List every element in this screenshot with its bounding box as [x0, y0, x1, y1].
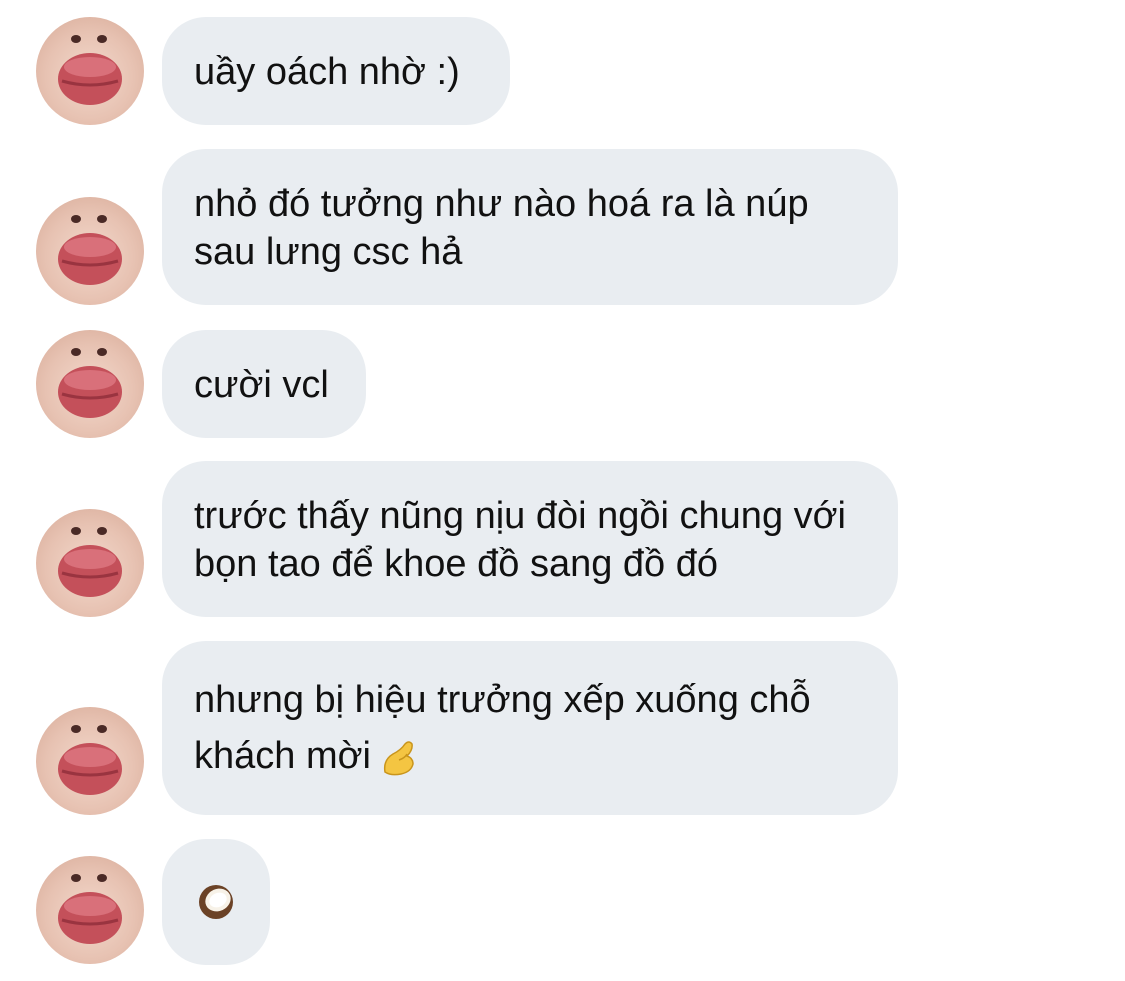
- message-bubble[interactable]: cười vcl: [162, 330, 366, 438]
- avatar[interactable]: [36, 330, 144, 438]
- message-bubble[interactable]: uầy oách nhờ :): [162, 17, 510, 125]
- avatar[interactable]: [36, 707, 144, 815]
- message-bubble[interactable]: trước thấy nũng nịu đòi ngồi chung với b…: [162, 461, 898, 617]
- message-bubble[interactable]: nhưng bị hiệu trưởng xếp xuống chỗ khách…: [162, 641, 898, 815]
- message-text: nhưng bị hiệu trưởng xếp xuống chỗ khách…: [194, 679, 811, 777]
- message-text: nhỏ đó tưởng như nào hoá ra là núp sau l…: [194, 183, 809, 273]
- message-bubble[interactable]: [162, 839, 270, 965]
- avatar[interactable]: [36, 197, 144, 305]
- pinching-hand-icon: [379, 738, 419, 778]
- avatar[interactable]: [36, 509, 144, 617]
- message-text: cười vcl: [194, 364, 329, 406]
- message-text: uầy oách nhờ :): [194, 51, 460, 93]
- avatar[interactable]: [36, 17, 144, 125]
- avatar[interactable]: [36, 856, 144, 964]
- message-bubble[interactable]: nhỏ đó tưởng như nào hoá ra là núp sau l…: [162, 149, 898, 305]
- coconut-icon: [196, 882, 236, 922]
- message-text: trước thấy nũng nịu đòi ngồi chung với b…: [194, 495, 846, 585]
